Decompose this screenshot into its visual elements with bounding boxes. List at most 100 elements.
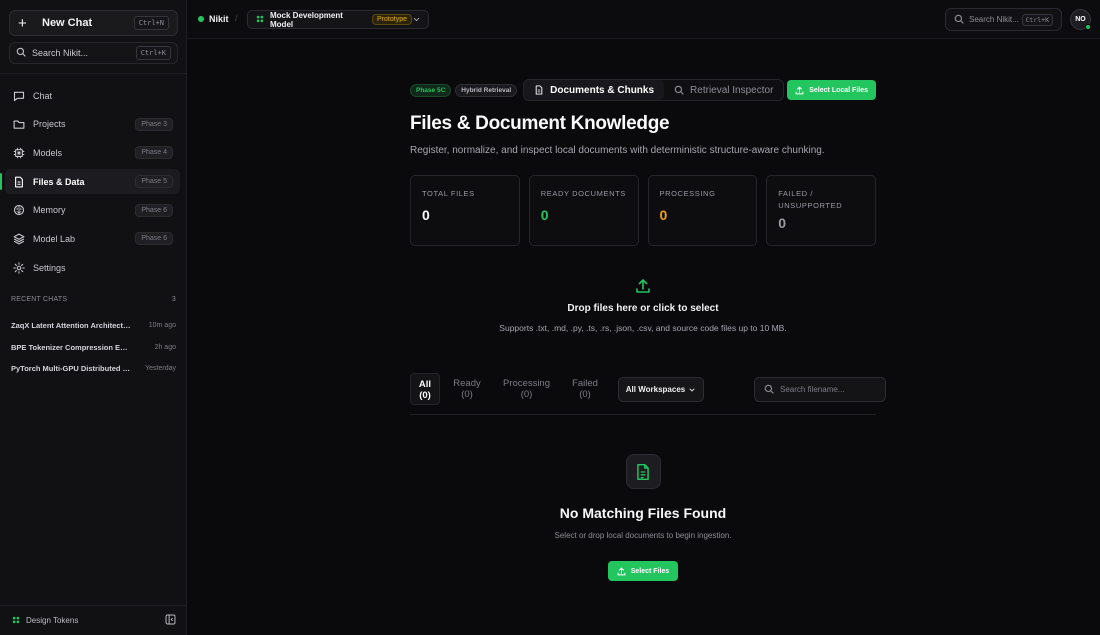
filter-tab-failed[interactable]: Failed (0) [568,373,602,405]
file-icon [12,175,25,188]
workspace-filter-dropdown[interactable]: All Workspaces [618,377,704,402]
dropzone-subtitle: Supports .txt, .md, .py, .ts, .rs, .json… [499,323,787,333]
stat-value: 0 [540,207,549,223]
sidebar-item-model-lab[interactable]: Model Lab Phase 6 [5,226,180,251]
filter-tab-ready[interactable]: Ready (0) [450,373,484,405]
recent-chats-title: RECENT CHATS [11,296,68,303]
sidebar-footer: Design Tokens [0,605,187,635]
phase-badge: Phase 5 [135,175,173,189]
status-dot [198,16,204,22]
workspace-filter-value: All Workspaces [625,385,686,394]
stat-value: 0 [778,215,787,231]
sidebar-nav: Chat Projects Phase 3 Models Phase 4 Fil… [0,83,180,284]
document-icon [534,85,544,95]
filter-tab-label: All [418,379,432,390]
recent-chats-count: 3 [171,296,176,303]
phase-badge: Phase 6 [135,232,173,246]
collapse-sidebar-icon[interactable] [165,614,176,628]
plus-icon: + [18,14,27,32]
global-search[interactable]: Search Nikit... Ctrl+K [945,8,1062,31]
design-tokens-icon [11,614,21,628]
recent-chats-list: ZaqX Latent Attention Architecture Desig… [11,315,176,380]
recent-chat-title: BPE Tokenizer Compression Experiments [11,342,131,352]
sidebar-item-settings[interactable]: Settings [5,255,180,280]
workspace-name: Nikit [209,14,229,24]
breadcrumb-separator: / [235,13,238,23]
sidebar-item-projects[interactable]: Projects Phase 3 [5,112,180,137]
search-icon [674,85,684,95]
phase-chip: Phase 5C [410,83,452,97]
global-search-shortcut: Ctrl+K [1021,13,1053,26]
sidebar-item-label: Chat [33,90,53,101]
model-name: Mock Development Model [270,10,343,29]
chip-icon [12,146,25,159]
upload-icon [410,278,876,294]
page-title: Files & Document Knowledge [410,113,670,134]
filter-tab-count: (0) [520,389,533,400]
dropzone-title: Drop files here or click to select [567,303,719,314]
online-status-dot [1085,24,1091,30]
tab-label: Documents & Chunks [550,84,655,96]
file-dropzone[interactable]: Drop files here or click to select Suppo… [410,278,876,348]
sidebar-item-models[interactable]: Models Phase 4 [5,140,180,165]
sidebar-item-label: Files & Data [33,176,85,187]
recent-chat-item[interactable]: PyTorch Multi-GPU Distributed Training Y… [11,358,176,380]
filter-tab-label: Processing [503,378,550,389]
search-icon [764,383,774,397]
filename-search-input[interactable]: Search filename... [754,377,886,402]
search-icon [16,46,26,60]
filter-bar: All (0) Ready (0) Processing (0) Failed … [410,373,886,415]
stat-label: PROCESSING [659,189,716,198]
sidebar-item-label: Settings [33,262,66,273]
filter-tab-count: (0) [419,390,431,401]
filename-search-placeholder: Search filename... [780,385,845,394]
tab-retrieval-inspector[interactable]: Retrieval Inspector [664,80,783,100]
select-files-button[interactable]: Select Files [607,561,679,581]
sidebar-divider [0,73,187,74]
phase-badge: Phase 3 [135,117,173,131]
sidebar-item-chat[interactable]: Chat [5,83,180,108]
select-local-files-button[interactable]: Select Local Files [787,80,876,100]
avatar-initials: NO [1075,16,1086,23]
empty-state-subtitle: Select or drop local documents to begin … [554,531,732,540]
sidebar-search-placeholder: Search Nikit... [32,48,89,58]
workspace-indicator[interactable]: Nikit [198,14,229,24]
retrieval-chip: Hybrid Retrieval [455,83,518,97]
recent-chat-item[interactable]: ZaqX Latent Attention Architecture Desig… [11,315,176,337]
stat-label: FAILED / UNSUPPORTED [778,189,843,210]
sidebar-item-label: Model Lab [33,233,76,244]
sidebar-item-memory[interactable]: Memory Phase 6 [5,198,180,223]
topbar: Nikit / Mock Development Model Prototype… [187,0,1100,39]
folder-icon [12,118,25,131]
design-tokens-link[interactable]: Design Tokens [26,616,78,625]
tab-label: Retrieval Inspector [690,84,774,96]
chat-icon [12,89,25,102]
filter-tab-label: Failed [572,378,598,389]
chevron-down-icon [688,386,696,394]
sidebar-search-shortcut: Ctrl+K [135,46,171,60]
select-files-label: Select Files [630,567,670,575]
model-selector[interactable]: Mock Development Model Prototype [247,10,429,29]
filter-tab-label: Ready [453,378,481,389]
new-chat-button[interactable]: + New Chat Ctrl+N [9,10,178,36]
sidebar-item-files-data[interactable]: Files & Data Phase 5 [0,169,180,195]
new-chat-label: New Chat [42,17,93,29]
tab-documents-chunks[interactable]: Documents & Chunks [524,80,665,100]
filter-tab-count: (0) [579,389,591,400]
filter-tab-processing[interactable]: Processing (0) [500,373,553,405]
brain-icon [12,204,25,217]
select-local-files-label: Select Local Files [809,86,868,94]
main-content: Phase 5C Hybrid Retrieval Documents & Ch… [187,40,1100,635]
avatar[interactable]: NO [1070,9,1091,30]
recent-chat-item[interactable]: BPE Tokenizer Compression Experiments 2h… [11,337,176,359]
phase-badge: Phase 6 [135,203,173,217]
stat-label: TOTAL FILES [422,189,475,198]
empty-state: No Matching Files Found Select or drop l… [410,454,876,581]
recent-chat-time: 10m ago [148,322,176,330]
model-icon [255,13,265,27]
recent-chat-title: PyTorch Multi-GPU Distributed Training [11,364,131,374]
page-toolbar: Phase 5C Hybrid Retrieval Documents & Ch… [410,79,876,101]
stat-value: 0 [422,207,430,223]
sidebar-search[interactable]: Search Nikit... Ctrl+K [9,42,178,64]
filter-tab-all[interactable]: All (0) [410,373,440,405]
